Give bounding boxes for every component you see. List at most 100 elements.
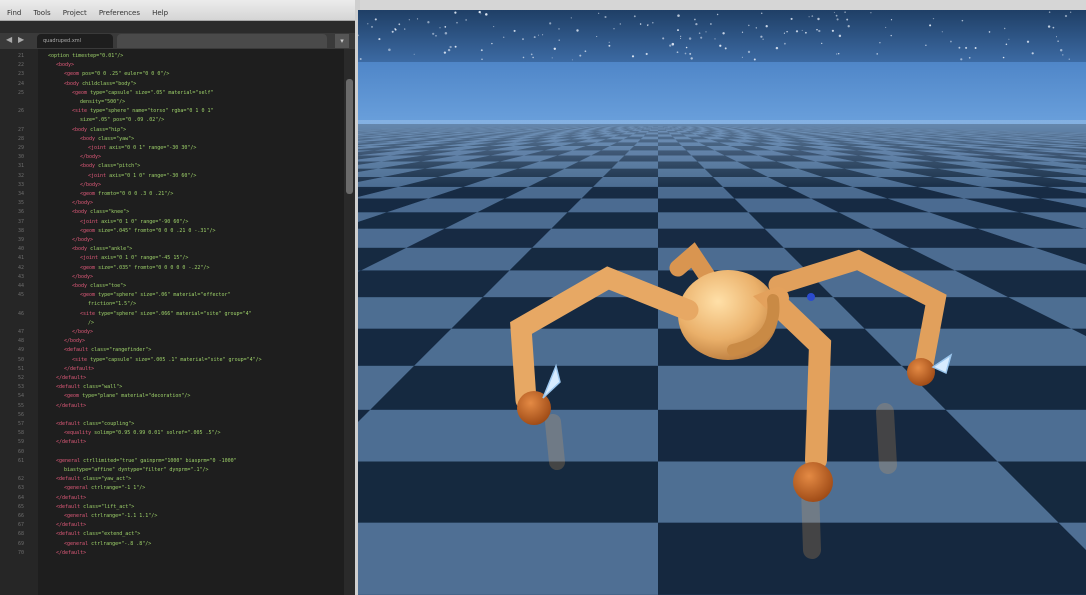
code-line: <body class="pitch">	[80, 163, 140, 169]
star	[480, 49, 483, 52]
tab-prev-icon[interactable]: ◀	[6, 35, 12, 44]
line-number: 55	[18, 402, 25, 409]
code-line: </default>	[56, 495, 86, 501]
code-tag: <site	[72, 356, 88, 363]
code-line: <body class="hip">	[72, 127, 126, 133]
torso-site-marker	[807, 293, 815, 301]
tab-quadruped-xml[interactable]: quadruped.xml	[37, 34, 113, 48]
code-tag: </body>	[80, 154, 102, 161]
star	[932, 17, 935, 20]
star	[762, 38, 764, 40]
code-tag: </body>	[72, 237, 94, 243]
code-text: <option timestep="0.01"/>	[48, 53, 124, 59]
line-number: 29	[18, 145, 25, 151]
star	[579, 54, 582, 57]
menu-item-project[interactable]: Project	[63, 9, 87, 17]
star	[651, 21, 654, 24]
star	[833, 11, 835, 13]
floor-tile	[532, 228, 658, 248]
star	[1048, 11, 1051, 13]
star	[710, 23, 712, 25]
code-tag: <geom	[80, 227, 96, 234]
code-text: pos="0 0 .25" euler="0 0 0"/>	[79, 71, 170, 78]
code-text: fromto="0 0 0 .3 0 .21"/>	[95, 191, 174, 197]
line-number: 62	[18, 476, 25, 483]
line-number: 24	[18, 80, 25, 87]
code-tag: <body	[72, 126, 88, 133]
code-tag: </default>	[56, 494, 87, 501]
code-line: <equality solimp="0.95 0.99 0.01" solref…	[64, 430, 221, 436]
tab-menu-button[interactable]: ▾	[335, 34, 349, 48]
star	[454, 45, 457, 48]
line-number: 47	[18, 329, 25, 335]
star	[949, 40, 952, 43]
code-text: ctrlrange="-.8 .8"/>	[88, 540, 152, 547]
menu-item-help[interactable]: Help	[152, 9, 168, 17]
star	[481, 58, 483, 61]
code-text: class="lift_act">	[80, 503, 135, 510]
star	[808, 16, 810, 18]
code-text: class="wall">	[80, 384, 123, 391]
menu-item-preferences[interactable]: Preferences	[99, 9, 140, 17]
code-line: </default>	[64, 366, 94, 372]
editor-scrollbar[interactable]	[344, 49, 355, 595]
code-line: <geom type="capsule" size=".05" material…	[72, 90, 214, 96]
code-line: <geom pos="0 0 .25" euler="0 0 0"/>	[64, 71, 169, 77]
star	[818, 29, 821, 33]
star	[596, 35, 598, 38]
code-text: axis="0 1 0" range="-45 15"/>	[98, 255, 189, 262]
code-text: type="sphere" size=".066" material="site…	[95, 310, 252, 317]
code-line: </default>	[56, 403, 86, 409]
star	[821, 42, 823, 45]
viewer-title-bar	[360, 0, 1086, 10]
scrollbar-thumb[interactable]	[346, 79, 353, 194]
code-line: <default class="rangefinder">	[64, 347, 151, 353]
scene-render	[358, 10, 1086, 595]
star	[447, 48, 451, 52]
code-text: class="ankle">	[87, 246, 133, 253]
code-line: </default>	[56, 550, 86, 556]
code-line: </default>	[56, 439, 86, 445]
star	[456, 21, 458, 24]
simulation-viewer[interactable]	[358, 10, 1086, 595]
line-number: 50	[18, 356, 25, 363]
star	[690, 57, 693, 60]
star	[885, 26, 887, 28]
code-area[interactable]: <option timestep="0.01"/> <body> <geom pos…	[38, 49, 344, 595]
code-tag: </body>	[72, 329, 94, 335]
code-text: solimp="0.95 0.99 0.01" solref=".005 .5"…	[91, 430, 221, 437]
star	[408, 19, 410, 21]
code-line: <option timestep="0.01"/>	[48, 53, 123, 59]
menu-item-find[interactable]: Find	[7, 9, 21, 17]
code-tag: </default>	[56, 375, 87, 381]
star	[522, 38, 524, 41]
code-tag: <general	[64, 513, 89, 519]
menu-bar: Find Tools Project Preferences Help	[0, 0, 355, 21]
code-line: <general ctrlrange="-1 1"/>	[64, 485, 145, 491]
star	[639, 23, 642, 25]
star	[413, 53, 415, 55]
star	[522, 56, 525, 59]
star	[846, 18, 849, 21]
tab-next-icon[interactable]: ▶	[18, 35, 24, 44]
floor-tile	[658, 212, 765, 229]
star	[1031, 52, 1034, 55]
tab-second-file[interactable]	[117, 34, 327, 48]
line-number: 67	[18, 522, 25, 529]
code-line: <geom size=".045" fromto="0 0 0 .21 0 -.…	[80, 228, 215, 234]
star	[454, 11, 457, 14]
floor-tile	[658, 198, 749, 213]
code-tag: <default	[56, 421, 81, 427]
code-line: biastype="affine" dyntype="filter" dynpr…	[64, 467, 209, 473]
star	[551, 57, 553, 59]
star	[694, 18, 696, 21]
code-tag: <default	[64, 347, 89, 354]
line-number: 21	[18, 53, 25, 59]
code-tag: </default>	[56, 402, 87, 409]
star	[1005, 43, 1008, 46]
sky	[358, 10, 1086, 62]
menu-item-tools[interactable]: Tools	[33, 9, 50, 17]
back-right-foot	[907, 358, 935, 386]
star	[1002, 56, 1005, 59]
star	[741, 31, 744, 33]
